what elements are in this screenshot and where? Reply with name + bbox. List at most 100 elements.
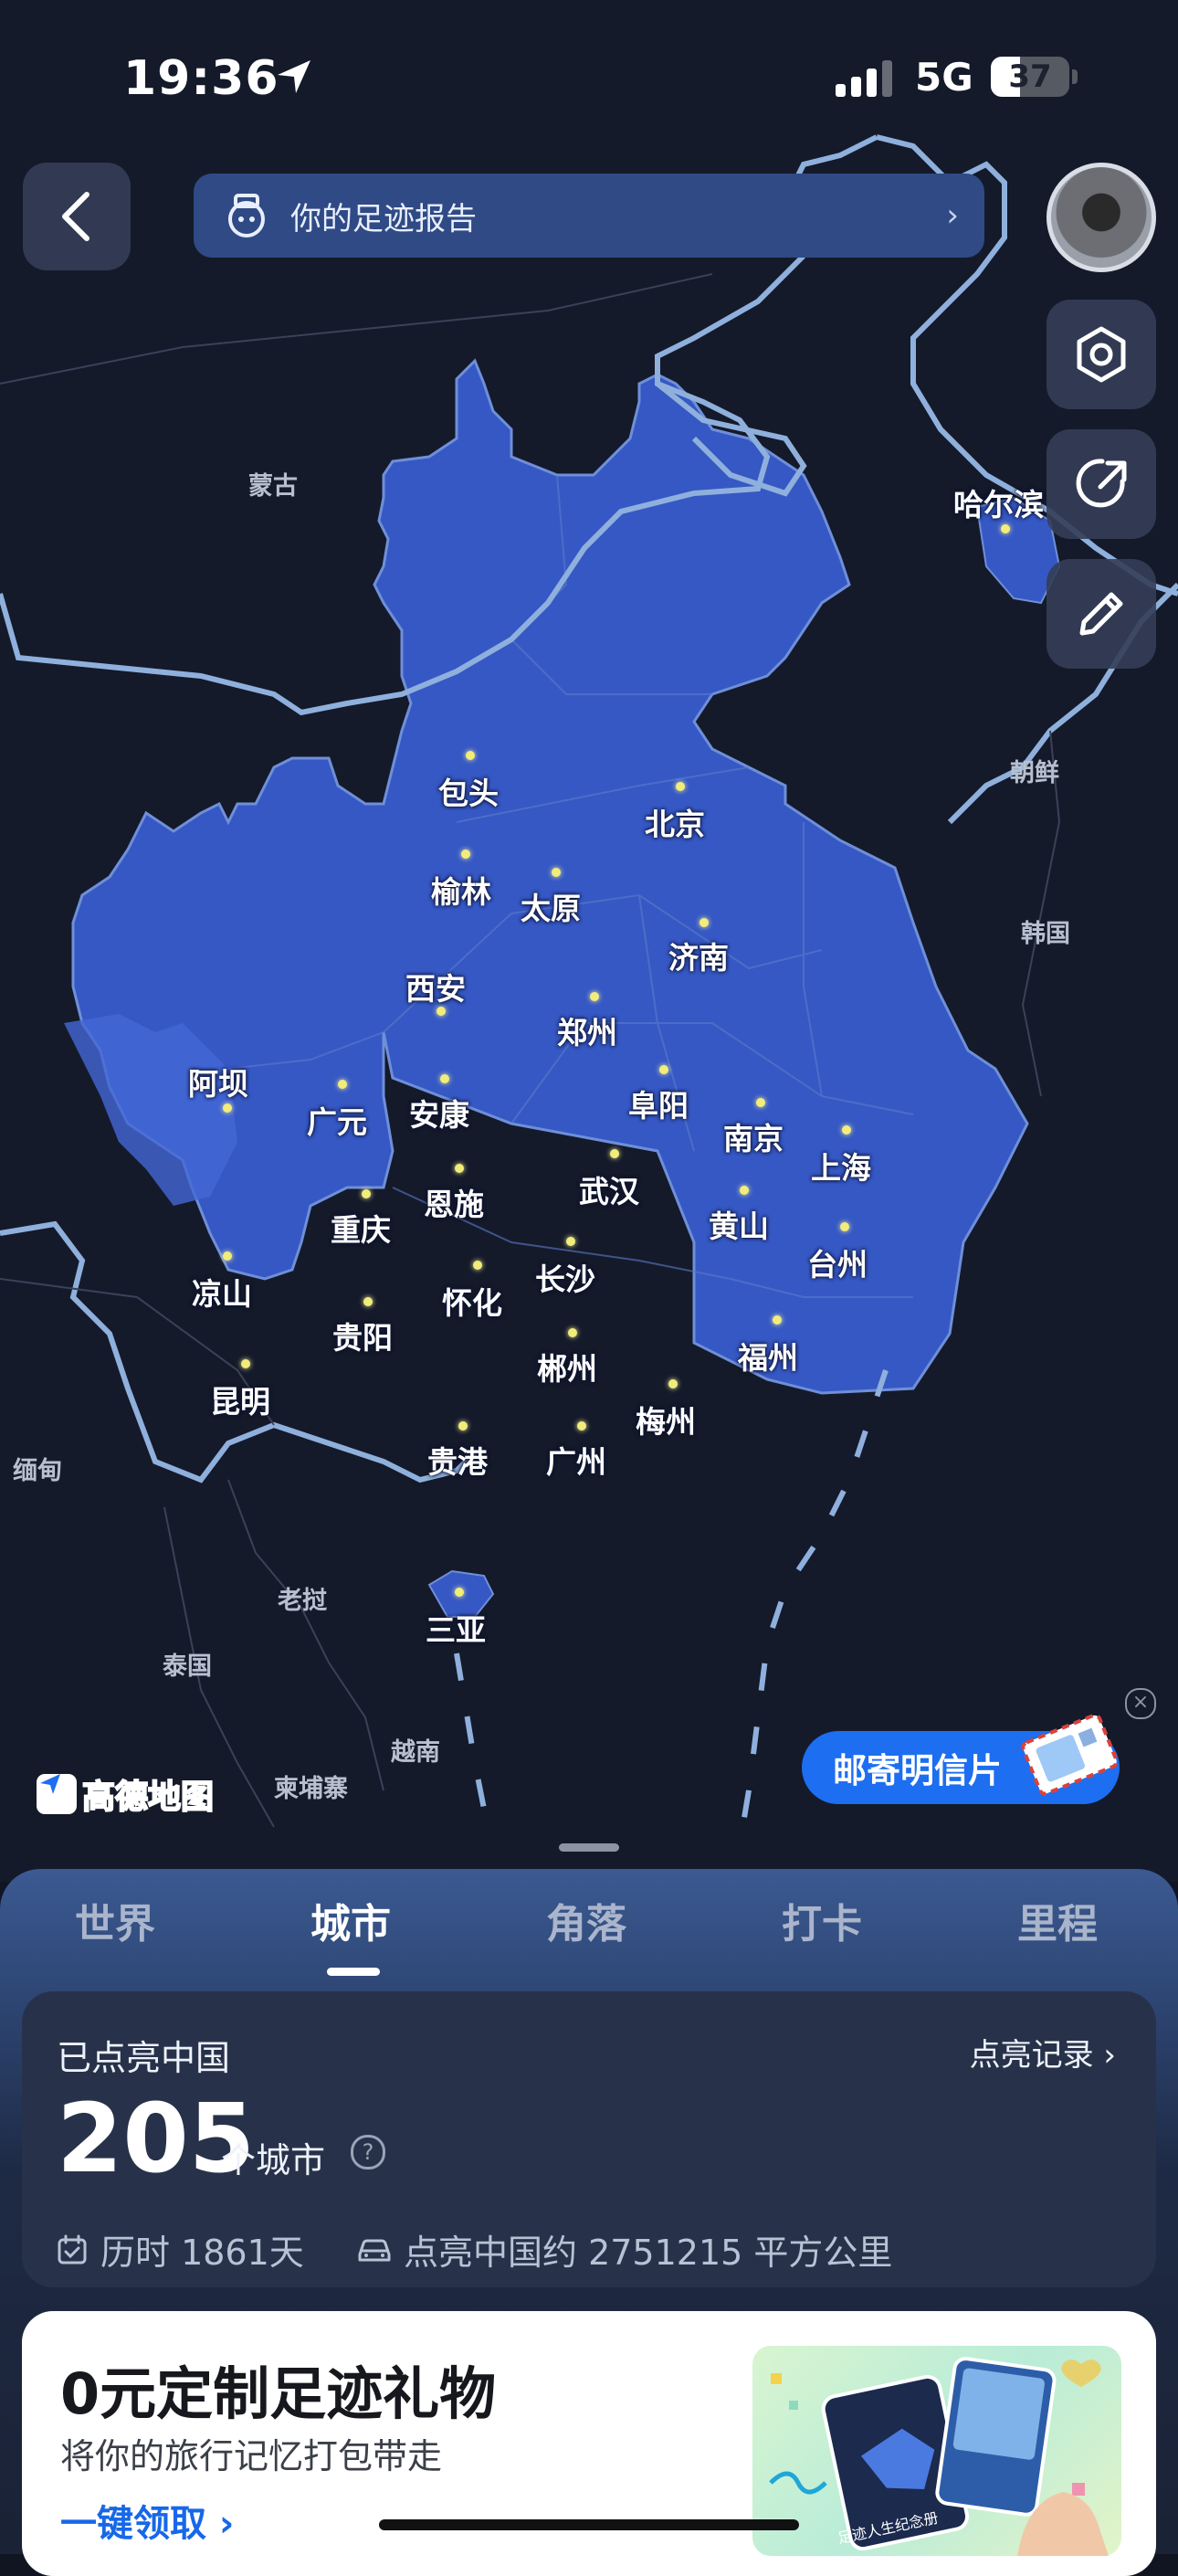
battery-icon: 37 <box>991 57 1069 97</box>
location-arrow-icon <box>274 57 314 100</box>
city-dot <box>676 782 685 791</box>
city-dot <box>552 868 561 877</box>
lit-region-china <box>71 358 1029 1395</box>
region-label-thailand: 泰国 <box>163 1652 212 1681</box>
share-icon <box>1076 459 1127 508</box>
city-label-beijing: 北京 <box>645 807 705 842</box>
city-label-zhengzhou: 郑州 <box>557 1015 617 1050</box>
area-text: 点亮中国约 2751215 平方公里 <box>404 2233 893 2273</box>
city-dot <box>1001 524 1010 533</box>
city-dot <box>473 1261 482 1270</box>
amap-logo-text: 高德地图 <box>81 1778 215 1817</box>
help-icon[interactable]: ? <box>351 2135 385 2170</box>
home-indicator[interactable] <box>379 2519 799 2530</box>
chevron-left-icon <box>62 192 89 241</box>
city-dot <box>223 1251 232 1261</box>
city-label-fuyang: 阜阳 <box>628 1088 689 1124</box>
edit-button[interactable] <box>1047 559 1156 669</box>
city-label-taizhou: 台州 <box>807 1247 868 1283</box>
city-label-meizhou: 梅州 <box>636 1404 696 1440</box>
city-label-liangshan: 凉山 <box>192 1276 252 1312</box>
city-dot <box>659 1065 668 1074</box>
city-dot <box>699 918 709 927</box>
lit-cities-card: 已点亮中国 点亮记录 › 205 个城市 ? 历时 1861天 点亮中国约 27… <box>22 1991 1156 2287</box>
calendar-check-icon <box>58 2234 87 2264</box>
tab-bar: 世界 城市 角落 打卡 里程 <box>0 1891 1178 1973</box>
signal-icon <box>836 60 896 100</box>
city-label-kunming: 昆明 <box>210 1384 270 1420</box>
avatar[interactable] <box>1047 163 1156 272</box>
back-button[interactable] <box>23 163 131 270</box>
city-label-huangshan: 黄山 <box>709 1209 769 1244</box>
city-label-xian: 西安 <box>405 971 466 1007</box>
active-tab-indicator <box>327 1968 380 1976</box>
city-dot <box>840 1222 849 1231</box>
claim-link[interactable]: 一键领取 › <box>60 2494 234 2547</box>
city-label-chenzhou: 郴州 <box>537 1351 597 1387</box>
city-label-aba: 阿坝 <box>188 1066 248 1102</box>
car-icon <box>358 2239 391 2261</box>
report-label: 你的足迹报告 <box>290 200 477 238</box>
city-dot <box>223 1103 232 1113</box>
city-label-guangzhou: 广州 <box>546 1444 606 1480</box>
city-label-sanya: 三亚 <box>426 1612 486 1648</box>
city-dot <box>455 1164 464 1173</box>
tab-checkin[interactable]: 打卡 <box>782 1891 862 1949</box>
city-dot <box>458 1421 468 1431</box>
tab-cities[interactable]: 城市 <box>310 1891 391 1949</box>
pencil-icon <box>1079 592 1123 636</box>
footprint-map[interactable]: 包头 北京 榆林 太原 济南 西安 郑州 阿坝 广元 安康 阜阳 南京 上海 重… <box>0 0 1178 1882</box>
gift-album-image: 足迹人生纪念册 <box>752 2346 1121 2556</box>
city-dot <box>440 1074 449 1083</box>
city-label-fuzhou: 福州 <box>738 1340 798 1376</box>
city-dot <box>466 751 475 760</box>
city-count-unit: 个城市 <box>221 2140 326 2180</box>
city-dot <box>338 1080 347 1089</box>
battery-tip <box>1072 69 1078 84</box>
status-bar: 19:36 5G 37 <box>0 0 1178 155</box>
city-dot <box>363 1297 373 1306</box>
city-label-nanjing: 南京 <box>723 1121 784 1156</box>
city-dot <box>756 1098 765 1107</box>
share-button[interactable] <box>1047 429 1156 539</box>
city-dot <box>590 992 599 1001</box>
city-label-guiyang: 贵阳 <box>332 1320 393 1356</box>
sheet-drag-handle[interactable] <box>559 1843 619 1852</box>
gift-headline: 0元定制足迹礼物 <box>60 2360 497 2427</box>
region-label-mongolia: 蒙古 <box>248 472 298 501</box>
tab-corners[interactable]: 角落 <box>546 1891 626 1949</box>
region-label-cambodia: 柬埔寨 <box>274 1775 348 1803</box>
city-label-taiyuan: 太原 <box>521 891 581 926</box>
city-label-guigang: 贵港 <box>427 1444 488 1480</box>
city-dot <box>568 1328 577 1337</box>
postcard-close-icon[interactable]: × <box>1125 1688 1156 1719</box>
region-label-south-korea: 韩国 <box>1021 920 1070 948</box>
map-canvas <box>0 134 1178 1846</box>
lit-record-link[interactable]: 点亮记录 › <box>970 2030 1116 2075</box>
city-dot <box>362 1189 371 1198</box>
tab-world[interactable]: 世界 <box>75 1891 155 1949</box>
mail-postcard-label: 邮寄明信片 <box>833 1751 1002 1790</box>
amap-logo-icon <box>37 1774 77 1814</box>
city-dot <box>773 1315 782 1325</box>
city-label-baotou: 包头 <box>438 776 499 811</box>
gift-promo-card[interactable]: 0元定制足迹礼物 将你的旅行记忆打包带走 一键领取 › 足迹人生纪念册 <box>22 2311 1156 2576</box>
region-label-north-korea: 朝鲜 <box>1010 759 1059 787</box>
city-dot <box>610 1149 619 1158</box>
city-label-changsha: 长沙 <box>535 1262 595 1297</box>
network-type: 5G <box>915 55 973 100</box>
footprint-report-banner[interactable]: 你的足迹报告 › <box>194 174 984 258</box>
city-dot <box>740 1186 749 1195</box>
city-label-harbin: 哈尔滨 <box>953 487 1044 523</box>
area-stat: 点亮中国约 2751215 平方公里 <box>356 2224 892 2275</box>
tab-mileage[interactable]: 里程 <box>1017 1891 1098 1949</box>
settings-button[interactable] <box>1047 300 1156 409</box>
gift-subtitle: 将你的旅行记忆打包带走 <box>60 2436 443 2476</box>
city-dot <box>461 850 470 859</box>
city-label-yulin: 榆林 <box>431 874 491 910</box>
region-label-myanmar: 缅甸 <box>13 1457 62 1485</box>
hexagon-settings-icon <box>1077 326 1126 383</box>
lit-china-title: 已点亮中国 <box>57 2038 231 2078</box>
city-label-ankang: 安康 <box>409 1097 469 1133</box>
amap-logo: 高德地图 <box>37 1770 215 1818</box>
